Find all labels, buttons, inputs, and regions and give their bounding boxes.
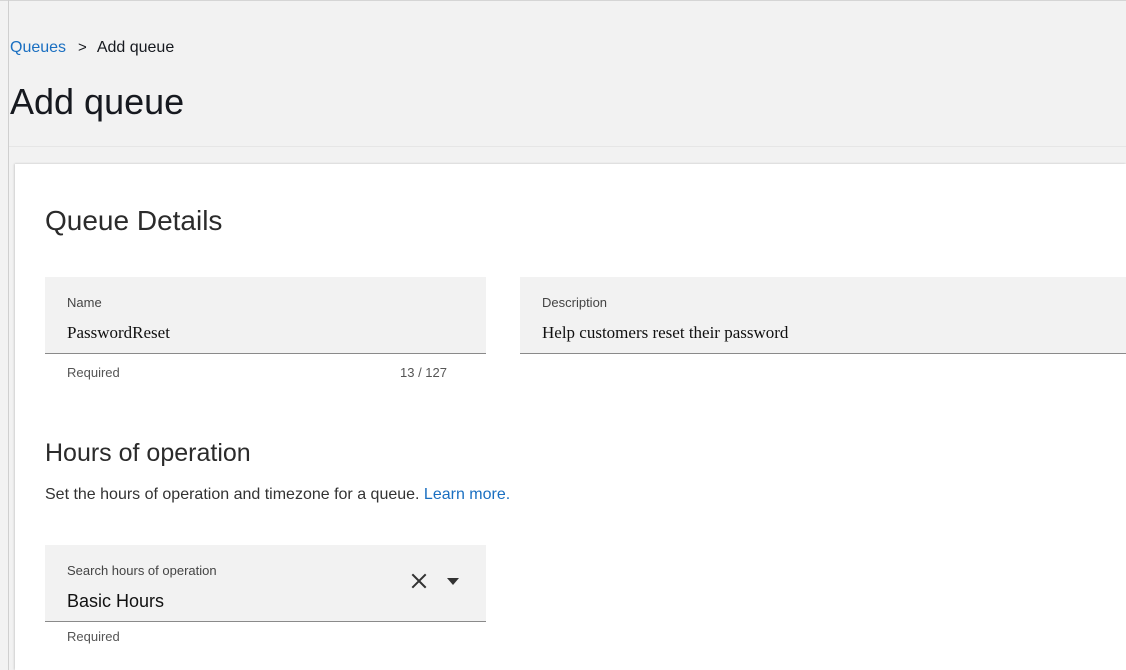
name-field-value[interactable]: PasswordReset xyxy=(67,323,170,343)
left-border xyxy=(8,0,9,670)
description-field-label: Description xyxy=(542,295,608,310)
name-character-count: 13 / 127 xyxy=(400,365,447,380)
chevron-right-icon: > xyxy=(78,39,87,56)
name-field-label: Name xyxy=(67,295,102,310)
breadcrumb-current: Add queue xyxy=(96,39,175,56)
header-divider xyxy=(9,146,1126,147)
breadcrumb-link-queues[interactable]: Queues xyxy=(10,38,66,58)
description-field-value[interactable]: Help customers reset their password xyxy=(542,323,788,343)
hours-search-select[interactable]: Search hours of operation Basic Hours xyxy=(45,545,486,622)
page-title: Add queue xyxy=(10,81,185,122)
hours-required-hint: Required xyxy=(67,629,120,644)
name-field[interactable]: Name PasswordReset xyxy=(45,277,486,354)
queue-form-card: Queue Details Name PasswordReset Require… xyxy=(15,164,1126,670)
hours-search-value[interactable]: Basic Hours xyxy=(67,591,164,612)
learn-more-link[interactable]: Learn more. xyxy=(424,486,510,503)
hours-search-label: Search hours of operation xyxy=(67,563,217,578)
section-title-hours-of-operation: Hours of operation xyxy=(45,439,251,467)
caret-down-icon[interactable] xyxy=(445,571,461,591)
close-icon[interactable] xyxy=(407,569,431,593)
hours-description: Set the hours of operation and timezone … xyxy=(45,486,510,504)
name-required-hint: Required xyxy=(67,365,120,380)
description-field[interactable]: Description Help customers reset their p… xyxy=(520,277,1126,354)
hours-description-text: Set the hours of operation and timezone … xyxy=(45,486,424,503)
breadcrumb: Queues > Add queue xyxy=(10,38,174,58)
top-border xyxy=(0,0,1126,1)
section-title-queue-details: Queue Details xyxy=(45,205,223,236)
